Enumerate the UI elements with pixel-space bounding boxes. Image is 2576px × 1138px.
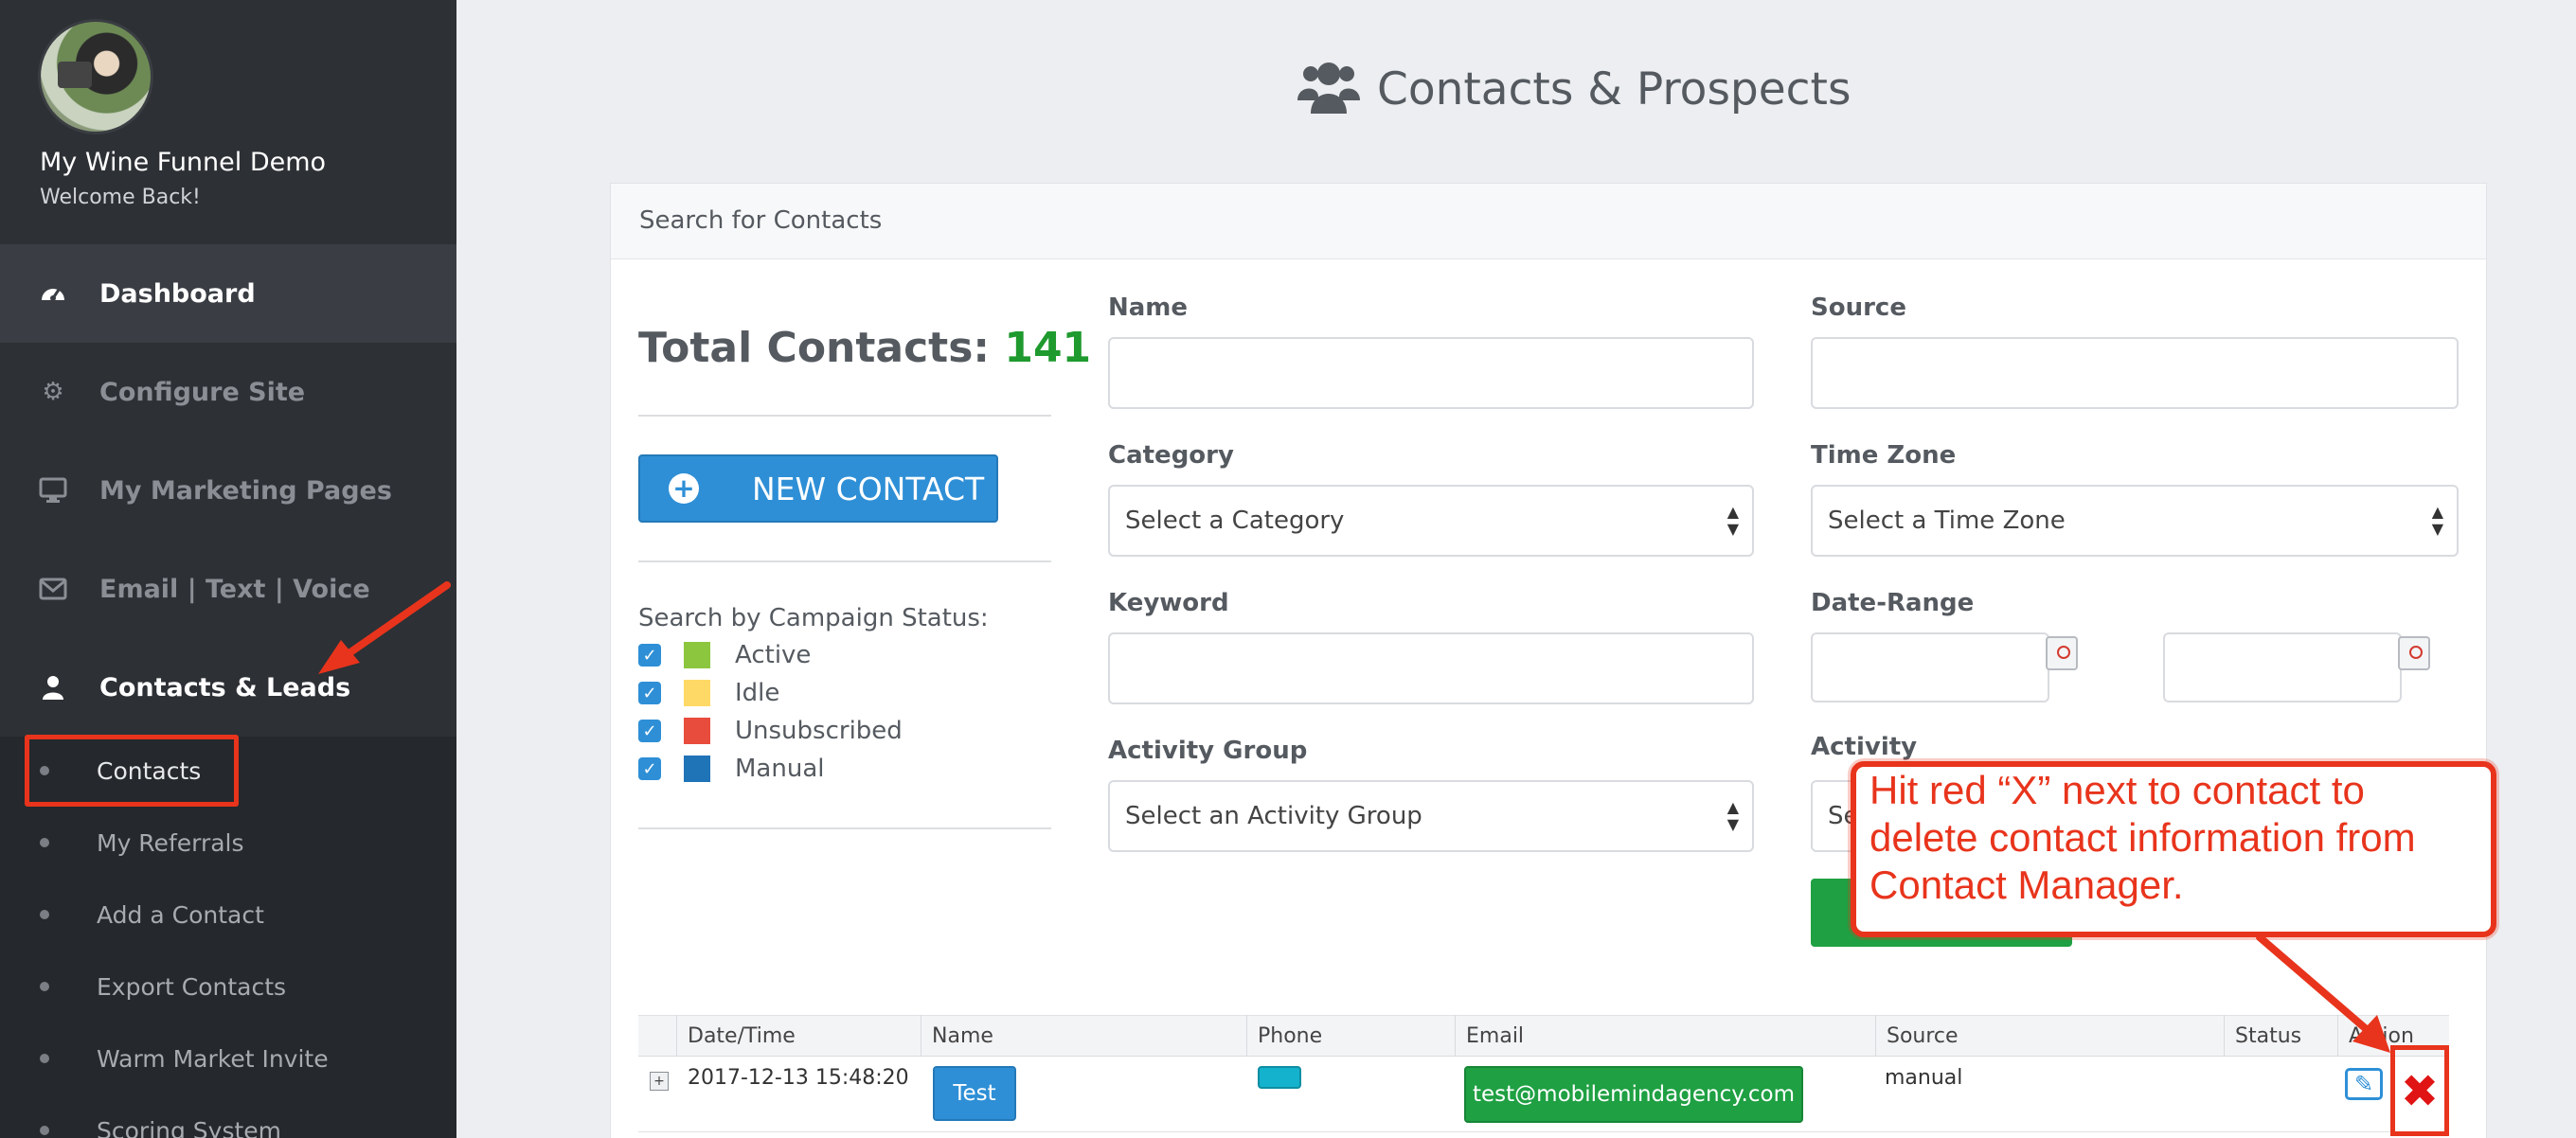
arrow-to-delete-button [2256,934,2373,1036]
arrow-to-contacts-leads [337,581,451,663]
arrow-head-contacts-leads [318,640,360,674]
annotation-arrows [318,581,2390,1053]
